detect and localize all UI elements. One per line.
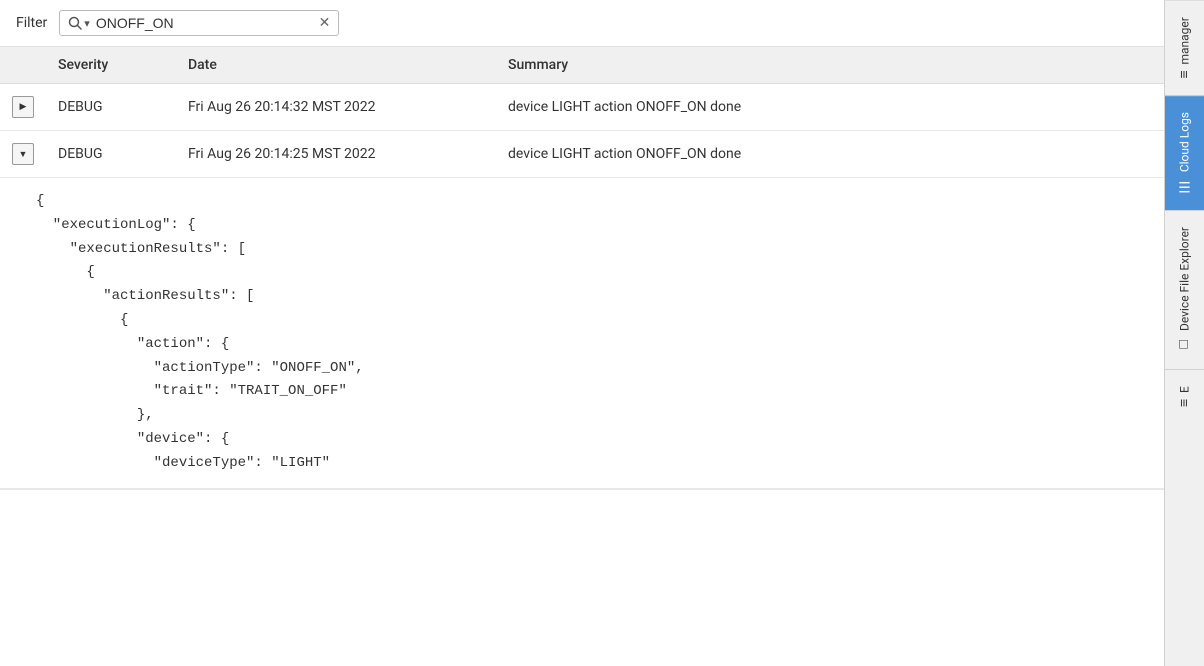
filter-label: Filter [16,15,47,31]
table-header-row: Severity Date Summary [0,47,1164,84]
other-icon: ≡ [1177,399,1193,407]
manager-icon: ≡ [1177,70,1193,78]
sidebar-tab-other-label: E [1178,386,1192,393]
row-toggle-cell [0,84,46,131]
sidebar-tab-manager[interactable]: ≡ manager [1165,0,1204,95]
collapse-button[interactable] [12,143,34,165]
row-toggle-cell [0,131,46,178]
col-date-header: Date [176,47,496,84]
filter-input-container: ▾ ✕ [59,10,339,36]
col-summary-header: Summary [496,47,1164,84]
row-severity: DEBUG [46,131,176,178]
device-file-icon: □ [1177,337,1193,353]
search-icon: ▾ [68,16,90,30]
sidebar-tab-cloud-logs[interactable]: ☰ Cloud Logs [1165,95,1204,210]
json-viewer: { "executionLog": { "executionResults": … [0,178,1164,489]
filter-input[interactable] [96,15,313,31]
col-severity-header: Severity [46,47,176,84]
row-date: Fri Aug 26 20:14:32 MST 2022 [176,84,496,131]
row-json-content: { "executionLog": { "executionResults": … [0,178,1164,490]
sidebar-tab-manager-label: manager [1178,17,1192,64]
row-summary: device LIGHT action ONOFF_ON done [496,84,1164,131]
right-sidebar: ≡ manager ☰ Cloud Logs □ Device File Exp… [1164,0,1204,666]
table-row-expanded: { "executionLog": { "executionResults": … [0,178,1164,490]
log-table-container: Severity Date Summary DEBUGFri Aug 26 20… [0,47,1164,666]
cloud-logs-icon: ☰ [1177,178,1193,194]
row-summary: device LIGHT action ONOFF_ON done [496,131,1164,178]
log-table: Severity Date Summary DEBUGFri Aug 26 20… [0,47,1164,490]
expand-button[interactable] [12,96,34,118]
sidebar-tab-device-file-label: Device File Explorer [1178,227,1192,331]
row-date: Fri Aug 26 20:14:25 MST 2022 [176,131,496,178]
filter-clear-button[interactable]: ✕ [319,16,331,30]
sidebar-tab-device-file-explorer[interactable]: □ Device File Explorer [1165,210,1204,369]
row-severity: DEBUG [46,84,176,131]
sidebar-tab-cloud-logs-label: Cloud Logs [1178,112,1192,172]
table-row: DEBUGFri Aug 26 20:14:32 MST 2022device … [0,84,1164,131]
table-row: DEBUGFri Aug 26 20:14:25 MST 2022device … [0,131,1164,178]
col-toggle-header [0,47,46,84]
sidebar-tab-other[interactable]: ≡ E [1165,369,1204,423]
filter-bar: Filter ▾ ✕ [0,0,1164,47]
